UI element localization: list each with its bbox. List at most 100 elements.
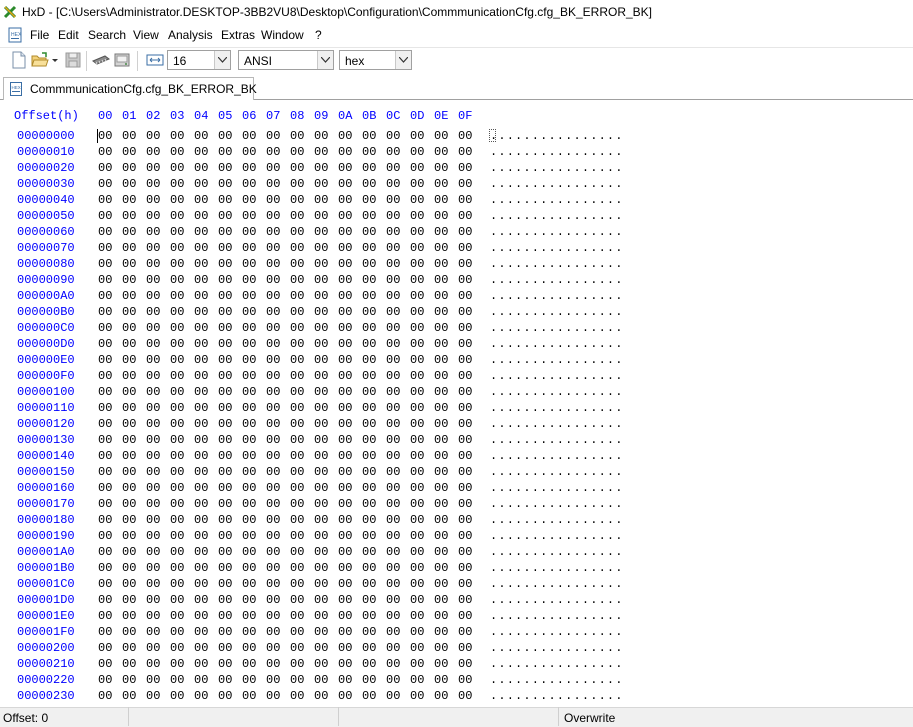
hex-byte[interactable]: 00 [410,513,424,527]
hex-byte[interactable]: 00 [122,465,136,479]
hex-byte[interactable]: 00 [338,321,352,335]
hex-byte[interactable]: 00 [290,641,304,655]
hex-byte[interactable]: 00 [194,305,208,319]
hex-byte[interactable]: 00 [266,673,280,687]
hex-byte[interactable]: 00 [338,449,352,463]
hex-byte[interactable]: 00 [458,337,472,351]
hex-byte[interactable]: 00 [242,369,256,383]
hex-byte[interactable]: 00 [122,257,136,271]
hex-byte[interactable]: 00 [410,673,424,687]
hex-byte[interactable]: 00 [266,577,280,591]
hex-byte[interactable]: 00 [290,561,304,575]
hex-byte[interactable]: 00 [98,353,112,367]
hex-byte[interactable]: 00 [242,193,256,207]
hex-byte[interactable]: 00 [434,433,448,447]
hex-byte[interactable]: 00 [434,385,448,399]
hex-byte[interactable]: 00 [362,289,376,303]
hex-byte[interactable]: 00 [386,561,400,575]
hex-byte[interactable]: 00 [338,353,352,367]
hex-byte[interactable]: 00 [338,177,352,191]
hex-byte[interactable]: 00 [242,417,256,431]
hex-byte[interactable]: 00 [362,449,376,463]
hex-byte[interactable]: 00 [98,193,112,207]
hex-byte[interactable]: 00 [170,593,184,607]
hex-byte[interactable]: 00 [242,321,256,335]
text-column-row[interactable]: ................ [490,593,624,607]
hex-byte[interactable]: 00 [218,561,232,575]
hex-byte[interactable]: 00 [218,321,232,335]
hex-byte[interactable]: 00 [458,497,472,511]
chevron-down-icon[interactable] [395,51,411,69]
hex-byte[interactable]: 00 [218,401,232,415]
hex-byte[interactable]: 00 [146,129,160,143]
hex-byte[interactable]: 00 [194,289,208,303]
hex-byte[interactable]: 00 [434,497,448,511]
hex-byte[interactable]: 00 [122,481,136,495]
hex-byte[interactable]: 00 [266,177,280,191]
hex-byte[interactable]: 00 [146,433,160,447]
hex-byte[interactable]: 00 [338,273,352,287]
hex-byte[interactable]: 00 [146,449,160,463]
hex-byte[interactable]: 00 [434,593,448,607]
hex-byte[interactable]: 00 [194,577,208,591]
hex-byte[interactable]: 00 [146,241,160,255]
hex-byte[interactable]: 00 [410,625,424,639]
hex-byte[interactable]: 00 [122,513,136,527]
hex-byte[interactable]: 00 [338,545,352,559]
hex-byte[interactable]: 00 [122,209,136,223]
hex-byte[interactable]: 00 [194,593,208,607]
hex-byte[interactable]: 00 [194,545,208,559]
hex-byte[interactable]: 00 [338,417,352,431]
hex-byte[interactable]: 00 [338,465,352,479]
hex-byte[interactable]: 00 [218,385,232,399]
hex-byte[interactable]: 00 [410,593,424,607]
hex-byte[interactable]: 00 [362,657,376,671]
hex-byte[interactable]: 00 [362,145,376,159]
hex-byte[interactable]: 00 [98,241,112,255]
hex-byte[interactable]: 00 [194,161,208,175]
hex-byte[interactable]: 00 [314,161,328,175]
hex-byte[interactable]: 00 [242,449,256,463]
hex-byte[interactable]: 00 [218,625,232,639]
hex-byte[interactable]: 00 [314,385,328,399]
hex-byte[interactable]: 00 [434,289,448,303]
hex-byte[interactable]: 00 [146,353,160,367]
hex-byte[interactable]: 00 [338,657,352,671]
hex-byte[interactable]: 00 [434,241,448,255]
hex-byte[interactable]: 00 [362,561,376,575]
hex-byte[interactable]: 00 [218,209,232,223]
hex-byte[interactable]: 00 [266,417,280,431]
hex-byte[interactable]: 00 [434,257,448,271]
menu-window[interactable]: Window [261,28,304,42]
hex-byte[interactable]: 00 [338,497,352,511]
hex-byte[interactable]: 00 [170,545,184,559]
hex-byte[interactable]: 00 [290,161,304,175]
hex-byte[interactable]: 00 [338,193,352,207]
hex-byte[interactable]: 00 [266,513,280,527]
hex-byte[interactable]: 00 [218,305,232,319]
hex-byte[interactable]: 00 [170,625,184,639]
hex-byte[interactable]: 00 [434,161,448,175]
hex-byte[interactable]: 00 [314,465,328,479]
hex-byte[interactable]: 00 [290,625,304,639]
hex-byte[interactable]: 00 [194,465,208,479]
hex-byte[interactable]: 00 [98,305,112,319]
hex-byte[interactable]: 00 [458,321,472,335]
hex-byte[interactable]: 00 [290,257,304,271]
hex-byte[interactable]: 00 [410,449,424,463]
hex-byte[interactable]: 00 [194,225,208,239]
hex-byte[interactable]: 00 [386,625,400,639]
text-column-row[interactable]: ................ [490,369,624,383]
hex-byte[interactable]: 00 [434,305,448,319]
hex-byte[interactable]: 00 [386,689,400,703]
hex-byte[interactable]: 00 [170,353,184,367]
hex-byte[interactable]: 00 [434,209,448,223]
hex-byte[interactable]: 00 [338,577,352,591]
hex-byte[interactable]: 00 [314,641,328,655]
hex-byte[interactable]: 00 [266,305,280,319]
hex-byte[interactable]: 00 [266,561,280,575]
hex-byte[interactable]: 00 [362,545,376,559]
hex-byte[interactable]: 00 [314,577,328,591]
hex-byte[interactable]: 00 [266,321,280,335]
text-column-row[interactable]: ................ [490,145,624,159]
